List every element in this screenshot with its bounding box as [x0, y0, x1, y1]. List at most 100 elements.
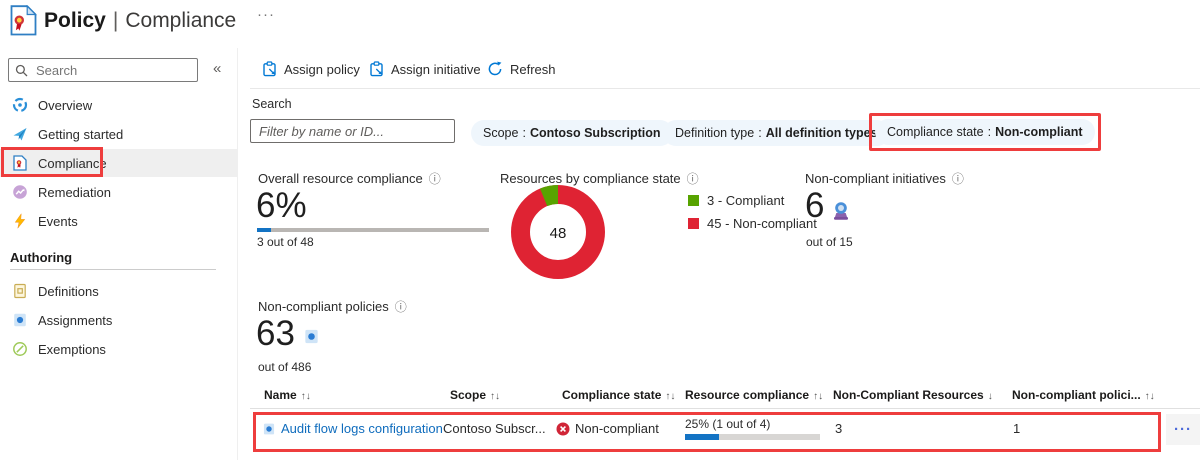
noncompliant-policies-value: 63 — [256, 314, 295, 353]
annotation-box-compliance-state-pill: Compliance state: Non-compliant — [869, 113, 1101, 151]
events-icon — [14, 213, 26, 229]
stat-title-text: Non-compliant policies — [258, 299, 389, 314]
refresh-button[interactable]: Refresh — [487, 61, 556, 77]
filter-search-input[interactable] — [250, 119, 455, 143]
overall-compliance-title: Overall resource compliance ⓘ — [258, 170, 441, 187]
column-header-name[interactable]: Name ↑↓ — [264, 388, 311, 402]
table-header-divider — [250, 408, 1200, 409]
pill-label: Definition type — [675, 126, 755, 140]
getting-started-icon — [13, 128, 27, 141]
pill-separator: : — [987, 125, 992, 139]
stat-title-text: Overall resource compliance — [258, 171, 423, 186]
policy-page-icon — [10, 5, 37, 36]
row-name-link[interactable]: Audit flow logs configuration — [281, 421, 443, 436]
pill-separator: : — [522, 126, 526, 140]
legend-item-noncompliant: 45 - Non-compliant — [688, 216, 817, 231]
sidebar-item-label: Exemptions — [38, 341, 106, 357]
noncompliant-initiatives-title: Non-compliant initiatives ⓘ — [805, 170, 964, 187]
sidebar-search-box[interactable] — [8, 58, 198, 82]
sidebar-collapse-button[interactable]: « — [213, 60, 221, 77]
sidebar-item-exemptions[interactable]: Exemptions — [0, 335, 237, 363]
sort-icon: ↑↓ — [300, 391, 311, 402]
noncompliant-initiatives-subtext: out of 15 — [806, 235, 853, 249]
sidebar-item-label: Getting started — [38, 126, 124, 142]
assignment-row-icon — [263, 423, 275, 435]
toolbar-button-label: Assign initiative — [391, 61, 481, 77]
assign-initiative-button[interactable]: Assign initiative — [369, 61, 481, 77]
info-icon[interactable]: ⓘ — [952, 170, 964, 187]
sidebar-item-events[interactable]: Events — [0, 207, 237, 235]
row-resource-compliance: 25% (1 out of 4) — [685, 417, 771, 431]
column-label: Name — [264, 388, 297, 402]
legend-item-compliant: 3 - Compliant — [688, 193, 784, 208]
noncompliant-policies-subtext: out of 486 — [258, 360, 312, 374]
column-label: Scope — [450, 388, 487, 402]
column-header-noncompliant-resources[interactable]: Non-Compliant Resources ↓ — [833, 388, 993, 402]
page-title: Policy | Compliance — [44, 9, 236, 33]
sidebar-item-definitions[interactable]: Definitions — [0, 277, 237, 305]
sidebar-item-assignments[interactable]: Assignments — [0, 306, 237, 334]
sort-icon: ↑↓ — [813, 391, 824, 402]
initiative-icon — [834, 202, 848, 220]
toolbar-button-label: Assign policy — [284, 61, 360, 77]
overall-compliance-value: 6% — [256, 186, 307, 225]
info-icon[interactable]: ⓘ — [429, 170, 441, 187]
overall-compliance-subtext: 3 out of 48 — [257, 235, 314, 249]
page-title-separator: | — [112, 9, 119, 32]
sidebar-divider — [237, 48, 238, 460]
sidebar-item-compliance[interactable]: Compliance — [0, 149, 237, 177]
info-icon[interactable]: ⓘ — [687, 170, 699, 187]
column-label: Non-compliant polici... — [1012, 388, 1141, 402]
overview-icon — [12, 97, 28, 113]
sidebar-item-getting-started[interactable]: Getting started — [0, 120, 237, 148]
filter-pill-compliance-state[interactable]: Compliance state: Non-compliant — [875, 119, 1095, 145]
sort-icon: ↑↓ — [1144, 391, 1155, 402]
toolbar-divider — [250, 88, 1200, 89]
column-label: Non-Compliant Resources — [833, 388, 984, 402]
sidebar-item-label: Events — [38, 213, 78, 229]
assignments-icon — [14, 313, 26, 327]
column-header-scope[interactable]: Scope ↑↓ — [450, 388, 500, 402]
row-compliance-bar-fill — [685, 434, 719, 440]
sidebar-item-overview[interactable]: Overview — [0, 91, 237, 119]
definitions-icon — [14, 283, 26, 299]
toolbar-button-label: Refresh — [510, 61, 556, 77]
sidebar-item-label: Overview — [38, 97, 93, 113]
column-header-resource-compliance[interactable]: Resource compliance ↑↓ — [685, 388, 823, 402]
sidebar-item-label: Remediation — [38, 184, 111, 200]
sidebar-item-label: Definitions — [38, 283, 99, 299]
page-title-primary: Policy — [44, 9, 106, 32]
exemptions-icon — [13, 342, 27, 356]
page-title-secondary: Compliance — [125, 9, 237, 32]
pill-label: Scope — [483, 126, 519, 140]
sort-icon: ↑↓ — [490, 391, 501, 402]
title-more-button[interactable]: ··· — [257, 6, 275, 23]
column-label: Compliance state — [562, 388, 662, 402]
assign-policy-icon — [263, 61, 276, 77]
sort-icon: ↑↓ — [665, 391, 676, 402]
pill-value: All definition types — [765, 126, 878, 140]
stat-title-text: Non-compliant initiatives — [805, 171, 946, 186]
column-header-noncompliant-policies[interactable]: Non-compliant polici... ↑↓ — [1012, 388, 1155, 402]
info-icon[interactable]: ⓘ — [395, 298, 407, 315]
remediation-icon — [13, 185, 27, 199]
row-more-button[interactable]: ··· — [1166, 414, 1200, 445]
noncompliant-policies-title: Non-compliant policies ⓘ — [258, 298, 407, 315]
filter-pill-definition-type[interactable]: Definition type: All definition types — [663, 120, 890, 146]
sidebar-search-input[interactable] — [34, 61, 191, 79]
pill-value: Contoso Subscription — [529, 126, 661, 140]
pill-separator: : — [758, 126, 762, 140]
assign-policy-button[interactable]: Assign policy — [262, 61, 360, 77]
sidebar-section-divider — [10, 269, 216, 270]
azure-policy-compliance-page: Policy | Compliance ··· « Overview Getting… — [0, 0, 1200, 460]
search-icon — [15, 64, 28, 76]
filter-pill-scope[interactable]: Scope: Contoso Subscription — [471, 120, 673, 146]
sidebar-item-remediation[interactable]: Remediation — [0, 178, 237, 206]
row-compliance-bar-track — [685, 434, 820, 440]
compliance-icon — [13, 155, 27, 171]
column-header-compliance-state[interactable]: Compliance state ↑↓ — [562, 388, 675, 402]
row-scope: Contoso Subscr... — [443, 421, 546, 436]
column-label: Resource compliance — [685, 388, 810, 402]
legend-swatch-compliant — [688, 195, 699, 206]
refresh-icon — [488, 61, 502, 76]
